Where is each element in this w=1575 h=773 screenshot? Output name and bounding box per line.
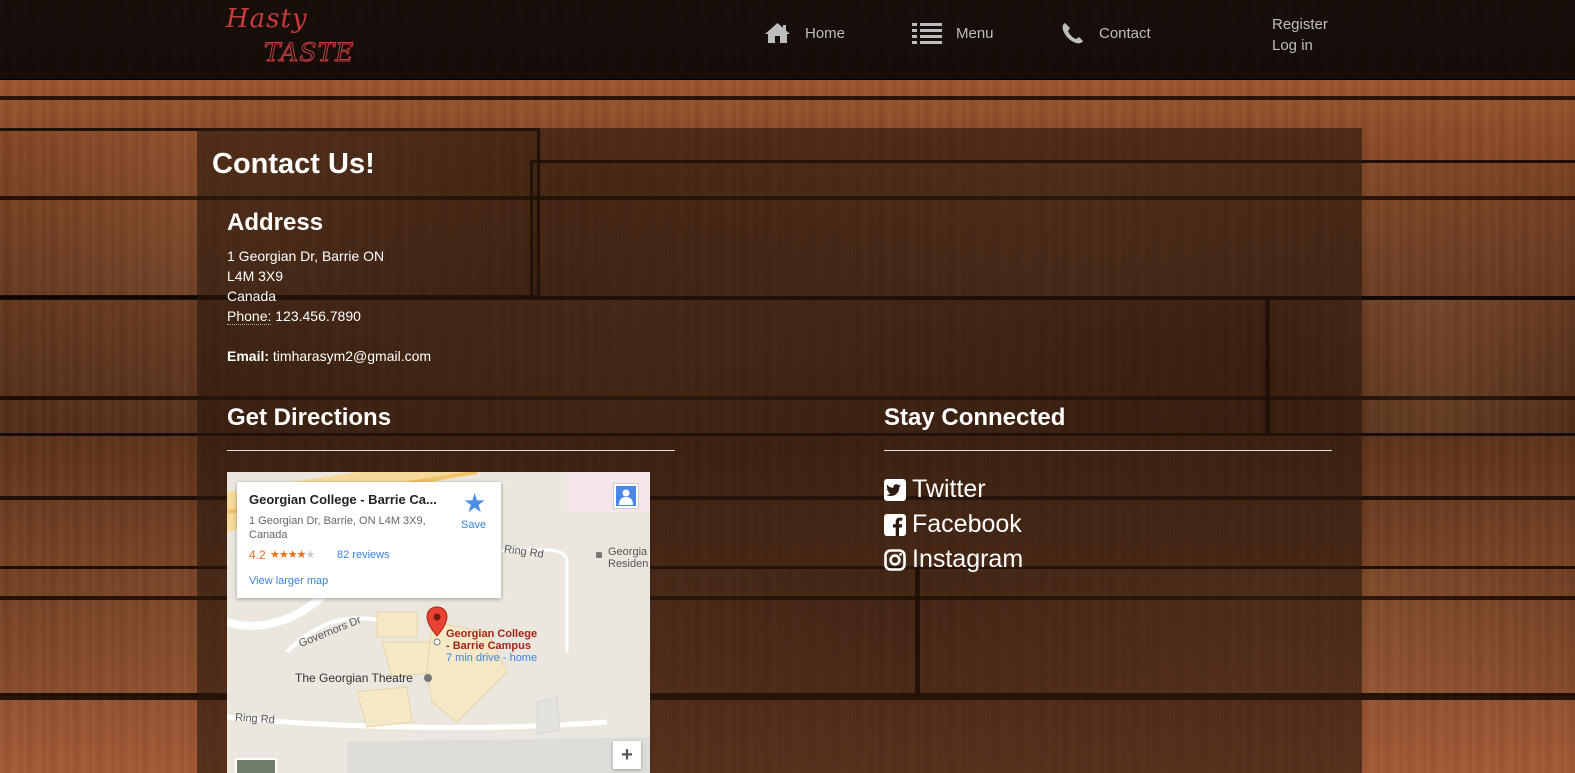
address-line1: 1 Georgian Dr, Barrie ON <box>227 248 385 264</box>
map-poi-residence-line2: Residen <box>608 558 649 570</box>
instagram-label: Instagram <box>912 545 1024 573</box>
instagram-icon <box>884 548 906 571</box>
facebook-square-icon <box>884 513 906 536</box>
phone-label: Phone: <box>227 308 272 325</box>
twitter-label: Twitter <box>912 475 986 503</box>
directions-heading: Get Directions <box>227 404 392 431</box>
map-card-title: Georgian College - Barrie Ca... <box>249 492 437 507</box>
map-poi-residence: Georgia Residen <box>608 546 648 570</box>
nav-menu-label: Menu <box>956 24 994 42</box>
register-link[interactable]: Register <box>1272 14 1328 35</box>
map-save-button[interactable]: Save <box>461 519 486 531</box>
phone-row: Phone: 123.456.7890 <box>227 306 431 326</box>
map-card-reviews-link[interactable]: 82 reviews <box>337 549 390 561</box>
facebook-link[interactable]: Facebook <box>884 510 1022 539</box>
theatre-icon <box>424 674 432 682</box>
directions-divider <box>227 450 675 451</box>
nav-home-label: Home <box>805 24 846 42</box>
map-info-card: Georgian College - Barrie Ca... 1 Georgi… <box>237 482 501 598</box>
nav-home-link[interactable]: Home <box>764 18 845 48</box>
pegman-icon[interactable] <box>613 483 639 509</box>
map-satellite-toggle[interactable] <box>235 758 277 773</box>
map-place-name[interactable]: Georgian College - Barrie Campus <box>446 628 537 652</box>
instagram-link[interactable]: Instagram <box>884 545 1023 574</box>
star-rating-icon: ★★★★★ <box>270 548 315 561</box>
pegman-icon-svg <box>616 486 636 506</box>
address-line3: Canada <box>227 288 277 304</box>
stay-connected-heading: Stay Connected <box>884 404 1066 431</box>
page-title: Contact Us! <box>212 148 375 180</box>
map-place-name-line1: Georgian College <box>446 628 538 640</box>
star-icon[interactable]: ★ <box>463 488 486 519</box>
map-card-rating: 4.2 <box>249 548 266 562</box>
address-heading: Address <box>227 209 324 236</box>
stars-empty: ★ <box>305 549 315 561</box>
home-icon <box>765 23 790 43</box>
auth-links: Register Log in <box>1272 14 1328 56</box>
map-poi-theatre: The Georgian Theatre <box>295 671 413 685</box>
nav-contact-label: Contact <box>1099 24 1151 42</box>
contact-panel: Contact Us! Address 1 Georgian Dr, Barri… <box>197 128 1362 773</box>
email-link[interactable]: timharasym2@gmail.com <box>273 348 431 364</box>
embedded-map[interactable]: Ring Rd Governors Dr Ring Rd Georgia Res… <box>227 472 650 773</box>
address-line2: L4M 3X9 <box>227 268 284 284</box>
email-row: Email: timharasym2@gmail.com <box>227 346 431 366</box>
map-drive-time-link[interactable]: 7 min drive - home <box>446 652 537 664</box>
address-block: 1 Georgian Dr, Barrie ON L4M 3X9 Canada … <box>227 246 431 366</box>
map-poi-icon <box>596 552 602 558</box>
top-navbar: Hasty TASTE Home Menu Contact Register L… <box>0 0 1575 80</box>
login-link[interactable]: Log in <box>1272 35 1328 56</box>
stay-connected-divider <box>884 450 1332 451</box>
map-poi-residence-line1: Georgia <box>608 546 648 558</box>
logo-text-hasty: Hasty <box>226 4 308 34</box>
map-place-name-line2: - Barrie Campus <box>446 640 531 652</box>
site-logo[interactable]: Hasty TASTE <box>224 2 364 72</box>
nav-contact-link[interactable]: Contact <box>1061 18 1151 48</box>
facebook-label: Facebook <box>912 510 1022 538</box>
nav-menu-link[interactable]: Menu <box>912 18 994 48</box>
stars-filled: ★★★★ <box>270 549 306 561</box>
map-zoom-in-button[interactable]: + <box>613 741 641 769</box>
phone-icon <box>1062 23 1083 44</box>
list-icon <box>912 23 942 44</box>
twitter-link[interactable]: Twitter <box>884 475 986 504</box>
phone-value: 123.456.7890 <box>275 308 361 324</box>
map-card-address: 1 Georgian Dr, Barrie, ON L4M 3X9, Canad… <box>249 515 426 541</box>
map-pin-icon[interactable] <box>426 606 448 646</box>
logo-text-taste: TASTE <box>263 38 355 68</box>
email-label: Email: <box>227 348 270 364</box>
twitter-square-icon <box>884 478 906 501</box>
view-larger-map-link[interactable]: View larger map <box>249 575 328 587</box>
